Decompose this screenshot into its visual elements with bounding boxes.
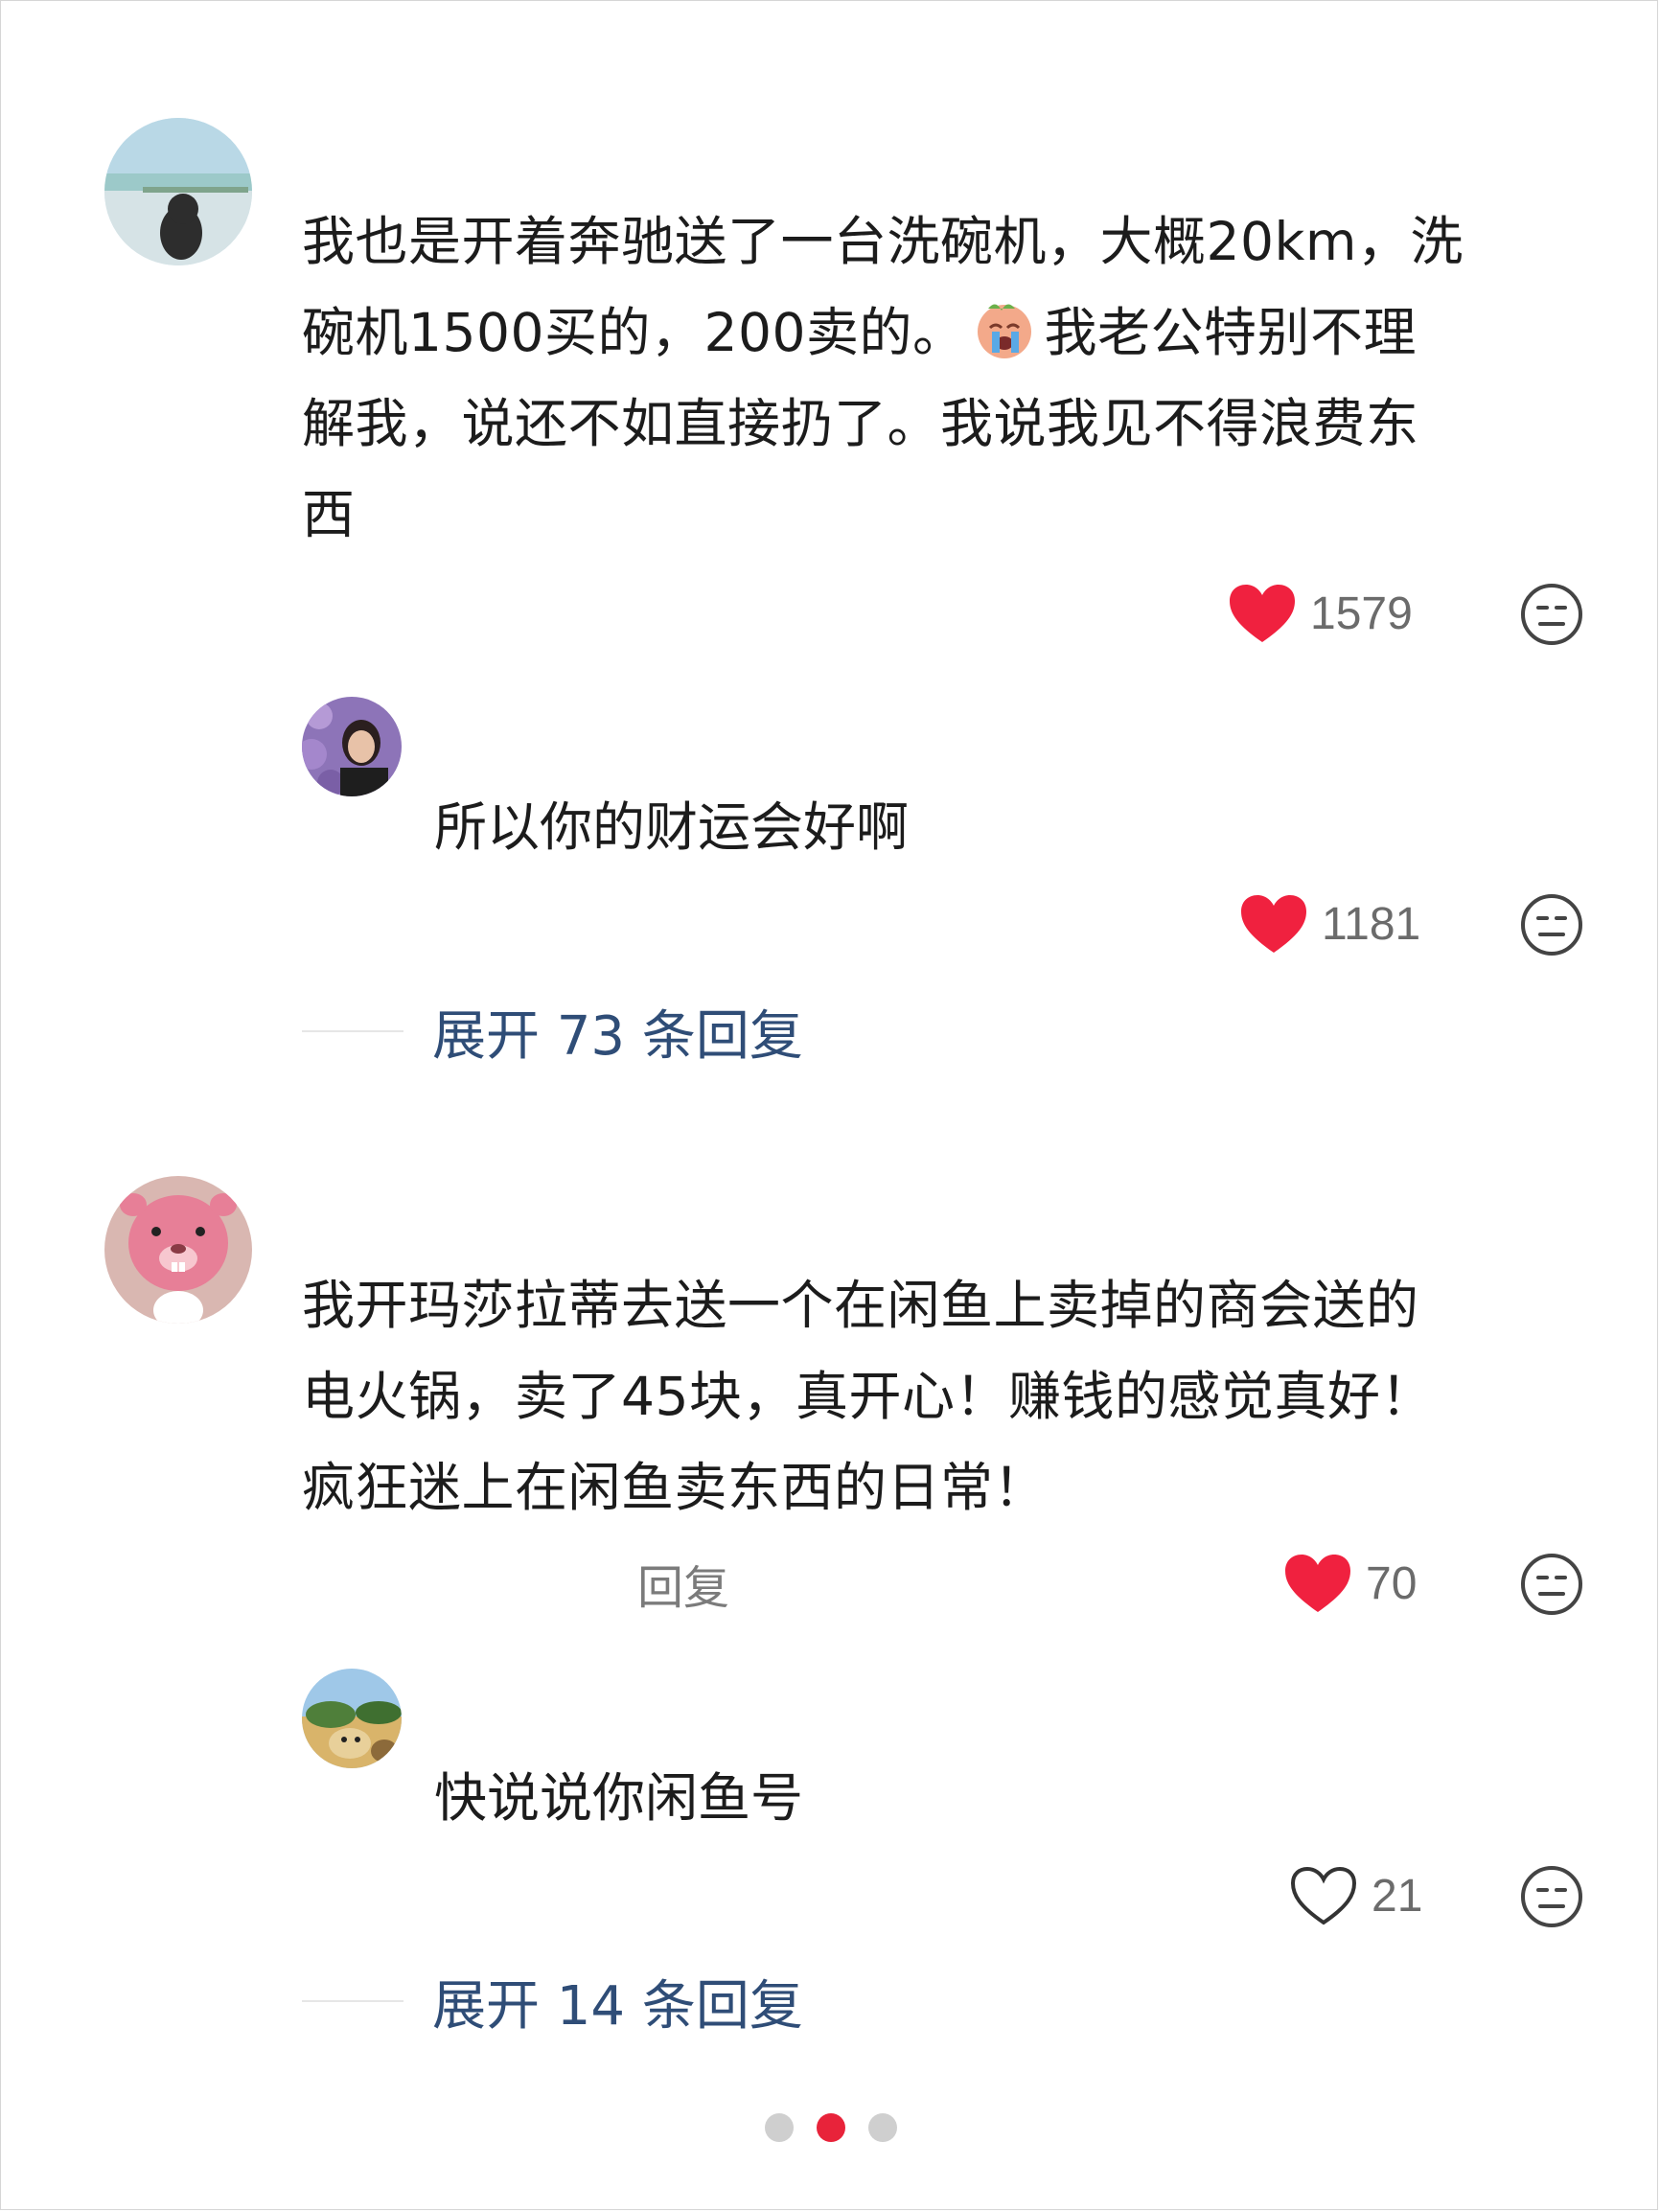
like-button[interactable]: 70: [1283, 1550, 1417, 1617]
divider: [302, 2000, 403, 2002]
comment-line: 我也是开着奔驰送了一台洗碗机，大概20km，洗: [302, 211, 1464, 272]
neutral-face-icon: [1521, 584, 1582, 645]
page-dot[interactable]: [765, 2113, 794, 2142]
like-count: 1579: [1310, 588, 1413, 639]
dislike-button[interactable]: [1519, 582, 1584, 647]
expand-replies-label: 展开 14 条回复: [432, 1974, 803, 2038]
expand-replies-button[interactable]: 展开 73 条回复: [302, 998, 803, 1068]
comment-line: 我开玛莎拉蒂去送一个在闲鱼上卖掉的商会送的: [302, 1275, 1419, 1336]
dislike-button[interactable]: [1519, 1864, 1584, 1929]
commenter-avatar[interactable]: [104, 1176, 252, 1324]
heart-filled-icon: [1230, 585, 1295, 642]
comment-body: 我开玛莎拉蒂去送一个在闲鱼上卖掉的商会送的 电火锅，卖了45块，真开心！赚钱的感…: [302, 1260, 1434, 1533]
comment-body: 我也是开着奔驰送了一台洗碗机，大概20km，洗 碗机1500买的，200卖的。 …: [302, 196, 1464, 561]
reply-body: 所以你的财运会好啊: [434, 796, 910, 858]
like-button[interactable]: 21: [1289, 1862, 1422, 1929]
reply-body: 快说说你闲鱼号: [434, 1767, 804, 1829]
neutral-face-icon: [1521, 894, 1582, 956]
replier-avatar[interactable]: [302, 697, 402, 796]
comment-thread-page: 我也是开着奔驰送了一台洗碗机，大概20km，洗 碗机1500买的，200卖的。 …: [0, 0, 1658, 2210]
expand-replies-label: 展开 73 条回复: [432, 1004, 803, 1068]
heart-filled-icon: [1285, 1555, 1350, 1612]
like-button[interactable]: 1579: [1228, 580, 1413, 647]
crying-face-emoji-icon: [971, 295, 1038, 362]
heart-filled-icon: [1241, 895, 1306, 953]
commenter-avatar[interactable]: [104, 118, 252, 265]
heart-outline-icon: [1290, 1866, 1357, 1925]
like-count: 1181: [1322, 898, 1421, 950]
dislike-button[interactable]: [1519, 892, 1584, 957]
pagination-dots: [765, 2113, 897, 2142]
reply-button[interactable]: 回复: [637, 1550, 729, 1617]
like-button[interactable]: 1181: [1239, 890, 1420, 957]
comment-line: 疯狂迷上在闲鱼卖东西的日常！: [302, 1457, 1048, 1518]
divider: [302, 1030, 403, 1032]
dislike-button[interactable]: [1519, 1552, 1584, 1617]
page-dot-active[interactable]: [817, 2113, 845, 2142]
comment-line: 碗机1500买的，200卖的。 我老公特别不理: [302, 288, 1464, 379]
like-count: 70: [1366, 1557, 1418, 1609]
page-dot[interactable]: [868, 2113, 897, 2142]
comment-line: 电火锅，卖了45块，真开心！赚钱的感觉真好！: [302, 1366, 1434, 1427]
expand-replies-button[interactable]: 展开 14 条回复: [302, 1968, 803, 2038]
comment-line: 西: [302, 484, 356, 545]
neutral-face-icon: [1521, 1554, 1582, 1615]
like-count: 21: [1372, 1870, 1423, 1922]
comment-line: 解我，说还不如直接扔了。我说我见不得浪费东: [302, 393, 1419, 454]
replier-avatar[interactable]: [302, 1669, 402, 1768]
neutral-face-icon: [1521, 1866, 1582, 1927]
